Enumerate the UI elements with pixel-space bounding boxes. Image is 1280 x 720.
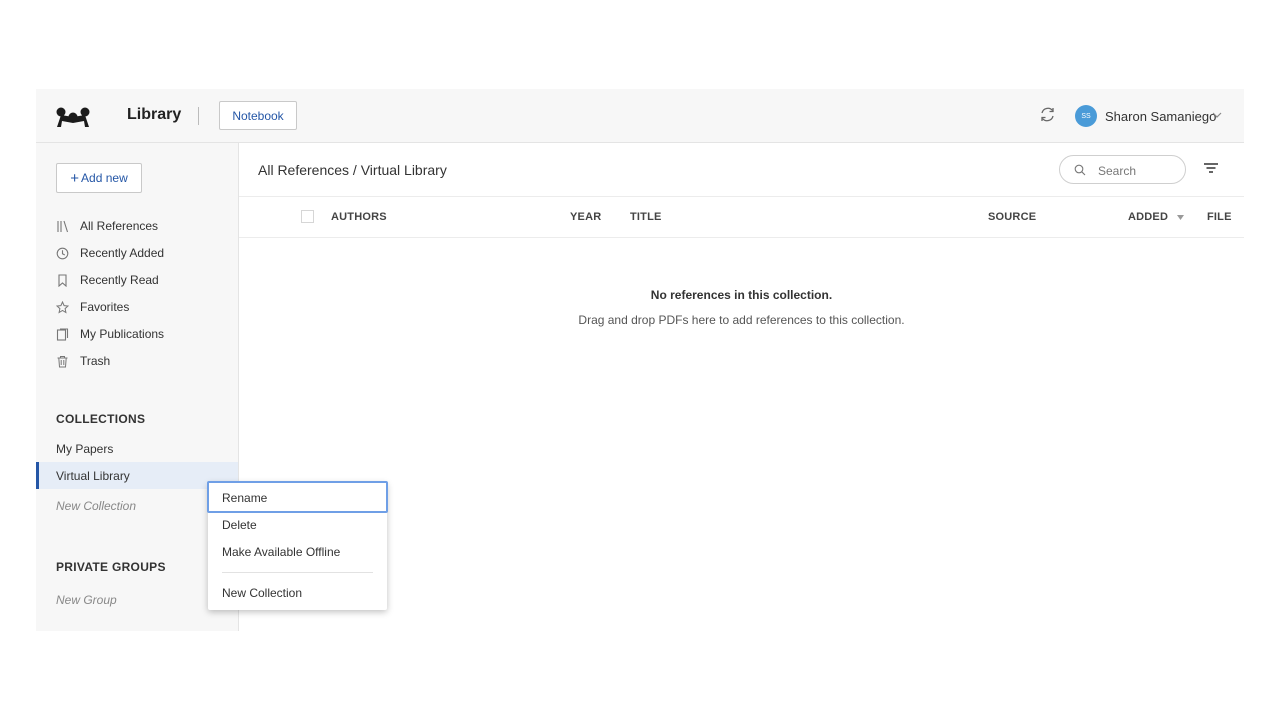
sidebar-item-label: Trash — [80, 354, 111, 368]
menu-item-rename[interactable]: Rename — [222, 491, 267, 505]
library-title[interactable]: Library — [127, 106, 181, 124]
library-icon — [57, 220, 69, 232]
column-added[interactable]: ADDED — [1128, 211, 1185, 223]
notebook-button[interactable]: Notebook — [219, 101, 297, 130]
sidebar-item-recently-read[interactable]: Recently Read — [56, 270, 159, 290]
sidebar-item-my-publications[interactable]: My Publications — [56, 324, 164, 344]
column-file[interactable]: FILE — [1207, 211, 1232, 223]
sidebar-item-label: Favorites — [80, 300, 130, 314]
breadcrumb: All References / Virtual Library — [258, 162, 447, 178]
menu-item-make-available-offline[interactable]: Make Available Offline — [222, 545, 340, 559]
bookmark-icon — [58, 273, 67, 287]
menu-item-delete[interactable]: Delete — [222, 518, 257, 532]
sidebar-item-label: Recently Read — [80, 273, 159, 287]
sidebar-item-label: My Publications — [80, 327, 165, 341]
search-box[interactable] — [1059, 155, 1186, 184]
clock-icon — [56, 247, 69, 259]
top-bar: Library Notebook SS Sharon Samaniego — [36, 89, 1244, 143]
sidebar-item-label: Recently Added — [80, 246, 165, 260]
new-collection-link[interactable]: New Collection — [56, 499, 136, 513]
sidebar-item-all-references[interactable]: All References — [56, 216, 158, 236]
publications-icon — [56, 327, 69, 341]
column-authors[interactable]: AUTHORS — [331, 211, 387, 223]
private-groups-heading: PRIVATE GROUPS — [56, 560, 166, 574]
mendeley-logo-icon[interactable] — [54, 103, 92, 129]
user-avatar[interactable]: SS — [1075, 105, 1097, 127]
sidebar-item-trash[interactable]: Trash — [56, 351, 110, 371]
plus-icon: + — [70, 169, 80, 187]
empty-state-subtitle: Drag and drop PDFs here to add reference… — [578, 313, 905, 327]
collection-item-virtual-library[interactable]: Virtual Library — [56, 469, 130, 483]
header-divider — [198, 107, 199, 125]
user-name[interactable]: Sharon Samaniego — [1105, 109, 1216, 124]
add-new-button[interactable]: + Add new — [56, 163, 142, 193]
collection-context-menu: Rename Delete Make Available Offline New… — [207, 481, 388, 610]
search-input[interactable] — [1096, 161, 1180, 180]
column-source[interactable]: SOURCE — [988, 211, 1036, 223]
menu-item-new-collection[interactable]: New Collection — [222, 586, 302, 600]
select-all-checkbox[interactable] — [301, 210, 314, 223]
column-title[interactable]: TITLE — [630, 211, 662, 223]
column-added-label: ADDED — [1128, 211, 1169, 223]
sidebar-item-favorites[interactable]: Favorites — [56, 297, 129, 317]
new-group-link[interactable]: New Group — [56, 593, 117, 607]
selected-indicator — [36, 462, 39, 489]
column-year[interactable]: YEAR — [570, 211, 601, 223]
collection-item-my-papers[interactable]: My Papers — [56, 442, 113, 456]
search-icon — [1074, 164, 1086, 176]
filter-icon[interactable] — [1204, 162, 1218, 174]
menu-separator — [222, 572, 373, 573]
sort-down-icon — [1177, 214, 1185, 220]
table-header: AUTHORS YEAR TITLE SOURCE ADDED FILE — [239, 196, 1244, 238]
add-new-label: Add new — [81, 171, 128, 185]
sidebar-item-recently-added[interactable]: Recently Added — [56, 243, 164, 263]
sidebar-item-label: All References — [80, 219, 159, 233]
collections-heading: COLLECTIONS — [56, 412, 146, 426]
trash-icon — [57, 355, 68, 367]
star-icon — [56, 300, 69, 314]
empty-state-title: No references in this collection. — [650, 288, 833, 302]
main-panel: All References / Virtual Library AUTHORS… — [239, 143, 1244, 631]
sync-icon[interactable] — [1039, 106, 1056, 123]
chevron-down-icon[interactable] — [1212, 111, 1222, 119]
